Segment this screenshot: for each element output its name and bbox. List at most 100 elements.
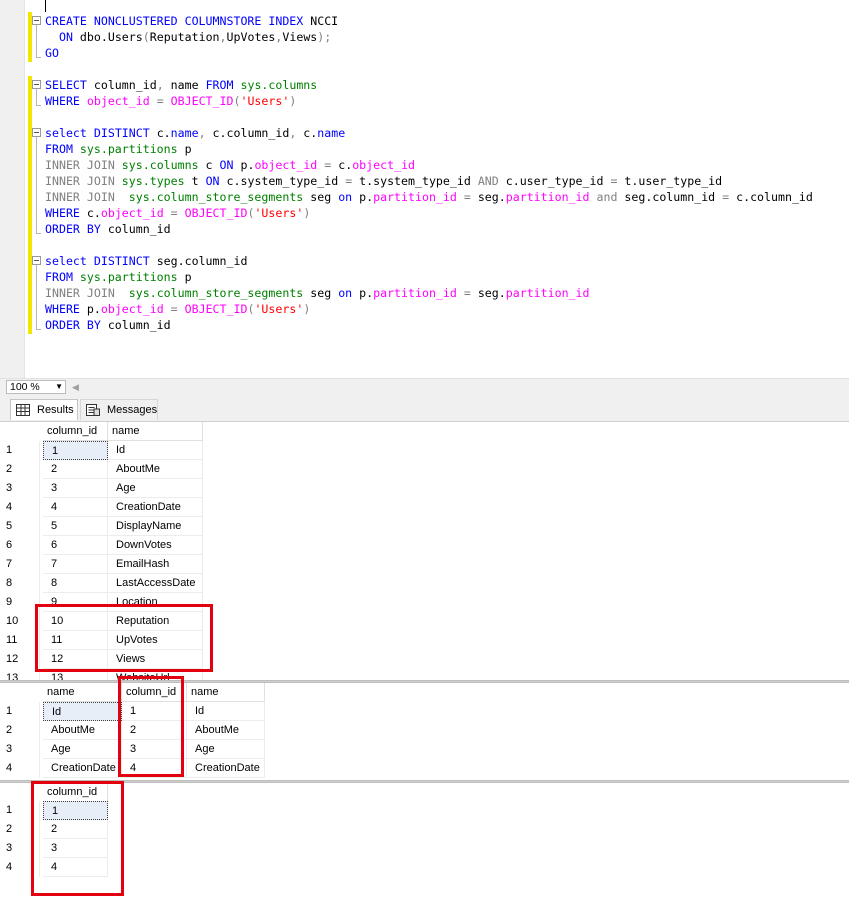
table-cell[interactable]: 9	[43, 593, 108, 612]
code-line[interactable]: select DISTINCT c.name, c.column_id, c.n…	[45, 125, 345, 141]
table-cell[interactable]: 1	[43, 801, 108, 820]
row-number[interactable]: 13	[0, 669, 40, 680]
row-number[interactable]: 8	[0, 574, 40, 593]
row-number[interactable]: 4	[0, 858, 40, 877]
code-line[interactable]: SELECT column_id, name FROM sys.columns	[45, 77, 317, 93]
table-cell[interactable]: 4	[122, 759, 187, 778]
column-header[interactable]: column_id	[43, 422, 108, 441]
code-token: p.	[233, 158, 255, 172]
row-number[interactable]: 1	[0, 702, 40, 721]
collapse-region-toggle[interactable]	[32, 16, 41, 25]
table-cell[interactable]: Age	[187, 740, 265, 759]
row-number[interactable]: 7	[0, 555, 40, 574]
code-line[interactable]: ON dbo.Users(Reputation,UpVotes,Views);	[45, 29, 331, 45]
tab-messages[interactable]: Messages	[80, 399, 158, 420]
table-cell[interactable]: 2	[43, 460, 108, 479]
code-line[interactable]: WHERE c.object_id = OBJECT_ID('Users')	[45, 205, 310, 221]
code-line[interactable]: FROM sys.partitions p	[45, 269, 192, 285]
table-cell[interactable]: 5	[43, 517, 108, 536]
collapse-region-toggle[interactable]	[32, 256, 41, 265]
code-line[interactable]: FROM sys.partitions p	[45, 141, 192, 157]
table-cell[interactable]: 6	[43, 536, 108, 555]
column-header[interactable]: name	[187, 683, 265, 702]
table-cell[interactable]: 12	[43, 650, 108, 669]
table-cell[interactable]: 3	[122, 740, 187, 759]
table-cell[interactable]: Age	[108, 479, 203, 498]
row-number[interactable]: 4	[0, 759, 40, 778]
row-number[interactable]: 10	[0, 612, 40, 631]
results-grid-1[interactable]: column_id name 1 1 Id 2 2 AboutMe 3 3 Age 4 4 Creatio…	[0, 422, 849, 680]
table-cell[interactable]: DisplayName	[108, 517, 203, 536]
table-cell[interactable]: LastAccessDate	[108, 574, 203, 593]
tab-results[interactable]: Results	[10, 399, 78, 420]
table-cell[interactable]: 11	[43, 631, 108, 650]
column-header[interactable]: name	[108, 422, 203, 441]
table-cell[interactable]: Views	[108, 650, 203, 669]
table-cell[interactable]: 8	[43, 574, 108, 593]
table-cell[interactable]: Id	[187, 702, 265, 721]
row-number[interactable]: 4	[0, 498, 40, 517]
table-cell[interactable]: 4	[43, 858, 108, 877]
code-line[interactable]: WHERE object_id = OBJECT_ID('Users')	[45, 93, 296, 109]
table-cell[interactable]: WebsiteUrl	[108, 669, 203, 680]
row-number[interactable]: 11	[0, 631, 40, 650]
table-cell[interactable]: 3	[43, 839, 108, 858]
row-number[interactable]: 6	[0, 536, 40, 555]
results-grid-2[interactable]: name column_id name 1 Id 1 Id 2 AboutMe 2 AboutMe 3…	[0, 683, 849, 780]
table-cell[interactable]: DownVotes	[108, 536, 203, 555]
table-cell[interactable]: AboutMe	[187, 721, 265, 740]
row-number[interactable]: 5	[0, 517, 40, 536]
table-cell[interactable]: 1	[122, 702, 187, 721]
collapse-region-toggle[interactable]	[32, 80, 41, 89]
table-cell[interactable]: Id	[108, 441, 203, 460]
results-grid-3[interactable]: column_id 1 1 2 2 3 3 4 4	[0, 783, 849, 919]
code-line[interactable]: select DISTINCT seg.column_id	[45, 253, 247, 269]
table-cell[interactable]: AboutMe	[43, 721, 122, 740]
row-number[interactable]: 12	[0, 650, 40, 669]
table-cell[interactable]: 7	[43, 555, 108, 574]
row-number[interactable]: 2	[0, 460, 40, 479]
table-cell[interactable]: CreationDate	[187, 759, 265, 778]
collapse-region-toggle[interactable]	[32, 128, 41, 137]
table-cell[interactable]: EmailHash	[108, 555, 203, 574]
table-cell[interactable]: 2	[43, 820, 108, 839]
table-cell[interactable]: 1	[43, 441, 108, 460]
code-line[interactable]: INNER JOIN sys.columns c ON p.object_id …	[45, 157, 415, 173]
column-header[interactable]: column_id	[43, 783, 108, 802]
row-number[interactable]: 3	[0, 479, 40, 498]
zoom-level-dropdown[interactable]: 100 % ▼	[6, 380, 66, 394]
code-line[interactable]: CREATE NONCLUSTERED COLUMNSTORE INDEX NC…	[45, 13, 338, 29]
table-cell[interactable]: 2	[122, 721, 187, 740]
row-number[interactable]: 9	[0, 593, 40, 612]
table-cell[interactable]: 13	[43, 669, 108, 680]
code-line[interactable]: WHERE p.object_id = OBJECT_ID('Users')	[45, 301, 310, 317]
table-cell[interactable]: CreationDate	[108, 498, 203, 517]
code-line[interactable]: INNER JOIN sys.column_store_segments seg…	[45, 189, 813, 205]
table-cell[interactable]: AboutMe	[108, 460, 203, 479]
code-token: );	[317, 30, 332, 44]
code-line[interactable]: ORDER BY column_id	[45, 317, 171, 333]
table-cell[interactable]: 10	[43, 612, 108, 631]
code-line[interactable]: GO	[45, 45, 59, 61]
table-cell[interactable]: Reputation	[108, 612, 203, 631]
row-number[interactable]: 3	[0, 740, 40, 759]
row-number[interactable]: 2	[0, 820, 40, 839]
column-header[interactable]: name	[43, 683, 122, 702]
table-cell[interactable]: Age	[43, 740, 122, 759]
table-cell[interactable]: CreationDate	[43, 759, 122, 778]
table-cell[interactable]: Location	[108, 593, 203, 612]
table-cell[interactable]: Id	[43, 702, 122, 721]
row-number[interactable]: 2	[0, 721, 40, 740]
row-number[interactable]: 1	[0, 441, 40, 460]
code-line[interactable]: INNER JOIN sys.types t ON c.system_type_…	[45, 173, 722, 189]
column-header[interactable]: column_id	[122, 683, 187, 702]
table-cell[interactable]: UpVotes	[108, 631, 203, 650]
scroll-left-icon[interactable]: ◀	[72, 382, 79, 393]
code-line[interactable]: ORDER BY column_id	[45, 221, 171, 237]
row-number[interactable]: 3	[0, 839, 40, 858]
code-line[interactable]: INNER JOIN sys.column_store_segments seg…	[45, 285, 590, 301]
row-number[interactable]: 1	[0, 801, 40, 820]
table-cell[interactable]: 3	[43, 479, 108, 498]
table-cell[interactable]: 4	[43, 498, 108, 517]
query-editor[interactable]: CREATE NONCLUSTERED COLUMNSTORE INDEX NC…	[0, 0, 849, 378]
